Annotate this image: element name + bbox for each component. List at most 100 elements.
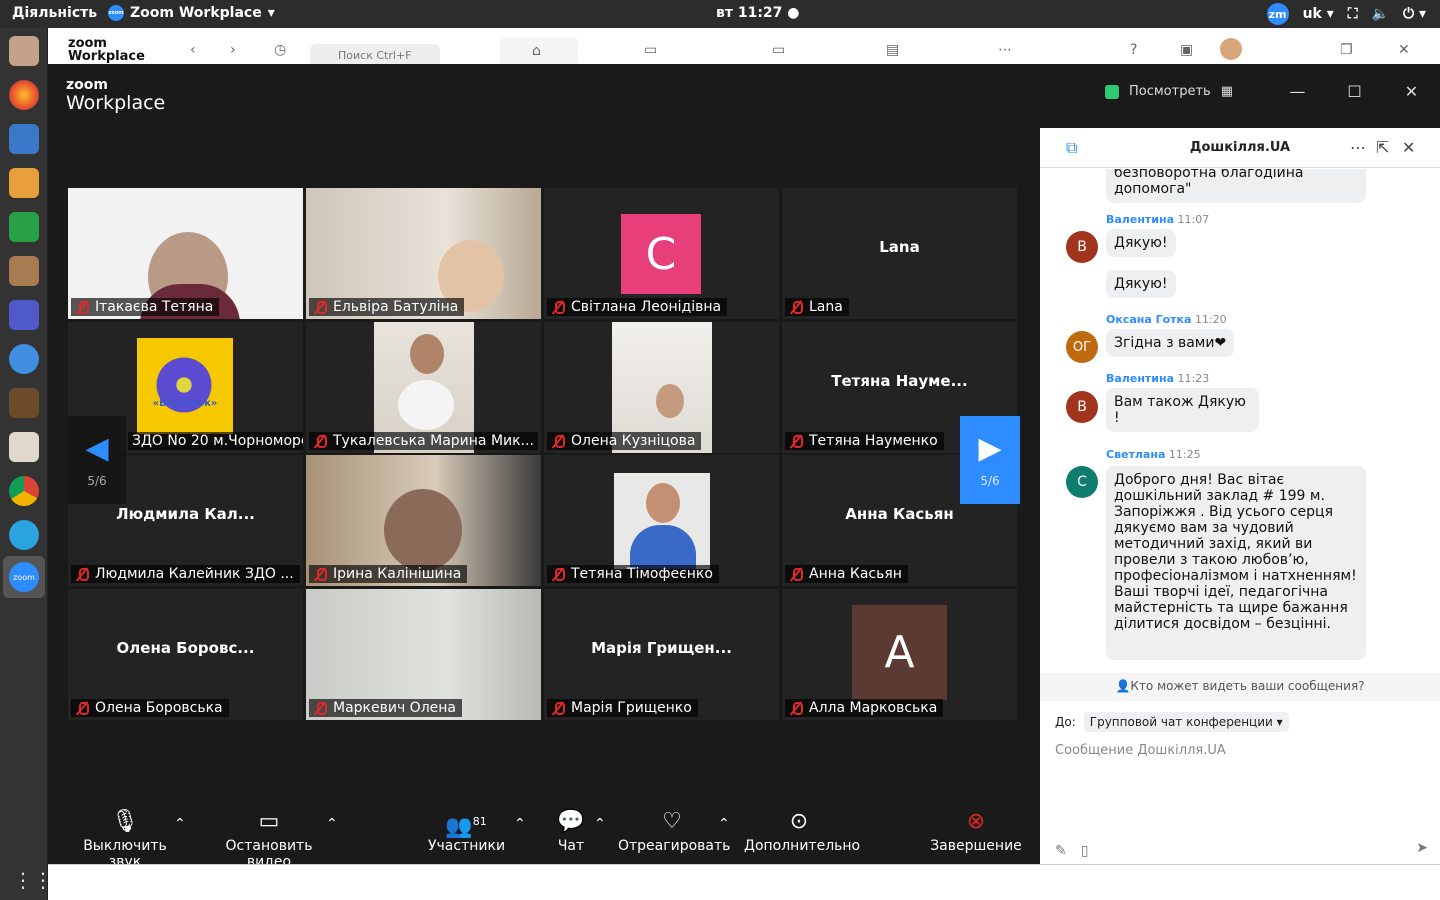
video-tile[interactable]: С Світлана Леонідівна bbox=[544, 188, 779, 319]
files-drawer-icon[interactable] bbox=[9, 36, 39, 66]
chat-button[interactable]: 💬 Чат bbox=[548, 808, 594, 854]
language-indicator[interactable]: uk ▾ bbox=[1303, 6, 1334, 22]
previous-page-button[interactable]: ◀ 5/6 bbox=[68, 416, 126, 504]
security-shield-icon bbox=[1105, 84, 1119, 99]
close-meeting-icon[interactable]: ✕ bbox=[1383, 82, 1440, 101]
mute-button[interactable]: 🎙 Выключить звук bbox=[68, 808, 182, 870]
participant-name: Тукалевська Марина Мик... bbox=[309, 432, 538, 450]
participant-face bbox=[656, 384, 684, 418]
participants-options-caret[interactable]: ⌃ bbox=[514, 816, 526, 832]
video-tile[interactable]: Маркевич Олена bbox=[306, 589, 541, 720]
video-tile[interactable]: Олена Кузніцова bbox=[544, 322, 779, 453]
chat-more-icon[interactable]: ⋯ bbox=[1350, 138, 1366, 157]
who-can-see-link[interactable]: 👤Кто может видеть ваши сообщения? bbox=[1040, 673, 1440, 701]
video-tile[interactable]: Марія Грищен... Марія Грищенко bbox=[544, 589, 779, 720]
video-tile[interactable]: Тетяна Тімофеєнко bbox=[544, 455, 779, 586]
teams-icon[interactable] bbox=[9, 300, 39, 330]
message-sender: Светлана 11:25 bbox=[1106, 448, 1201, 461]
files-icon[interactable] bbox=[9, 256, 39, 286]
home-tab[interactable]: ⌂ bbox=[500, 37, 578, 67]
power-icon[interactable]: ⏻ ▾ bbox=[1403, 6, 1426, 22]
view-button[interactable]: Посмотреть ▦ bbox=[1105, 84, 1233, 99]
clock[interactable]: вт 11:27 ● bbox=[716, 5, 800, 21]
participant-name: Тетяна Науменко bbox=[785, 432, 944, 450]
chat-messages: безповоротна благодійна допомога" Валент… bbox=[1040, 169, 1440, 672]
zoom-tray-icon[interactable]: zm bbox=[1266, 3, 1289, 25]
telegram-icon[interactable] bbox=[9, 520, 39, 550]
react-options-caret[interactable]: ⌃ bbox=[718, 816, 730, 832]
message-text: безповоротна благодійна допомога" bbox=[1114, 169, 1304, 197]
restore-icon[interactable]: ❐ bbox=[1340, 42, 1353, 58]
more-icon[interactable]: ⋯ bbox=[998, 42, 1012, 58]
writer-icon[interactable] bbox=[9, 124, 39, 154]
chat-message: Доброго дня! Вас вітає дошкільний заклад… bbox=[1106, 466, 1366, 660]
impress-icon[interactable] bbox=[9, 168, 39, 198]
chat-options-caret[interactable]: ⌃ bbox=[594, 816, 606, 832]
video-options-caret[interactable]: ⌃ bbox=[326, 816, 338, 832]
heart-icon: ♡ bbox=[662, 809, 682, 834]
audio-options-caret[interactable]: ⌃ bbox=[174, 816, 186, 832]
chat-message: Згідна з вами❤ bbox=[1106, 329, 1235, 357]
video-tile[interactable]: Ітакаєва Тетяна bbox=[68, 188, 303, 319]
participant-logo-image: «Барвінок» bbox=[137, 338, 233, 434]
next-page-button[interactable]: ▶ 5/6 bbox=[960, 416, 1020, 504]
end-meeting-button[interactable]: ⊗ Завершение bbox=[930, 808, 1022, 854]
firefox-icon[interactable] bbox=[9, 80, 39, 110]
format-icon[interactable]: ✎ bbox=[1055, 843, 1067, 859]
participant-name-text: Світлана Леонідівна bbox=[571, 299, 722, 315]
message-time: 11:25 bbox=[1168, 448, 1201, 461]
help-icon[interactable]: ? bbox=[1130, 42, 1137, 58]
participant-name: Lana bbox=[785, 298, 849, 316]
sender-name: Оксана Готка bbox=[1106, 313, 1192, 326]
close-icon[interactable]: ✕ bbox=[1398, 42, 1410, 58]
back-icon[interactable]: ‹ bbox=[190, 42, 196, 58]
video-tile[interactable]: Тукалевська Марина Мик... bbox=[306, 322, 541, 453]
docs-icon[interactable]: ▤ bbox=[886, 42, 899, 58]
grid-icon: ▦ bbox=[1220, 84, 1233, 99]
muted-mic-icon bbox=[789, 300, 803, 314]
forward-icon[interactable]: › bbox=[230, 42, 236, 58]
participant-name-text: ЗДО No 20 м.Чорноморська bbox=[132, 433, 303, 449]
calc-icon[interactable] bbox=[9, 212, 39, 242]
message-sender: Валентина 11:23 bbox=[1106, 372, 1209, 385]
pop-out-icon[interactable]: ⇱ bbox=[1376, 138, 1389, 157]
participant-name: Маркевич Олена bbox=[309, 699, 462, 717]
more-button[interactable]: ⊙ Дополнительно bbox=[744, 808, 860, 854]
activities-button[interactable]: Діяльність bbox=[12, 5, 97, 21]
send-icon[interactable]: ➤ bbox=[1416, 840, 1428, 856]
arrow-right-icon: ▶ bbox=[978, 431, 1002, 466]
video-tile[interactable]: Ірина Калінішина bbox=[306, 455, 541, 586]
file-icon[interactable]: ▯ bbox=[1081, 843, 1089, 859]
video-tile[interactable]: Олена Боровс... Олена Боровська bbox=[68, 589, 303, 720]
video-tile[interactable]: Lana Lana bbox=[782, 188, 1017, 319]
maximize-icon[interactable]: ☐ bbox=[1326, 82, 1383, 101]
team-chat-icon[interactable]: ▭ bbox=[644, 42, 657, 58]
network-icon[interactable]: ⛶ bbox=[1348, 6, 1358, 22]
app-icon[interactable] bbox=[9, 388, 39, 418]
profile-avatar[interactable] bbox=[1220, 38, 1242, 60]
volume-icon[interactable]: 🔈 bbox=[1372, 6, 1389, 22]
close-chat-icon[interactable]: ✕ bbox=[1402, 138, 1415, 157]
message-input[interactable]: Сообщение Дошкілля.UA bbox=[1055, 743, 1226, 758]
document-viewer-icon[interactable] bbox=[9, 432, 39, 462]
stop-video-button[interactable]: ▭ Остановить видео bbox=[204, 808, 334, 870]
video-tile[interactable]: А Алла Марковська bbox=[782, 589, 1017, 720]
participants-button[interactable]: 👥81 Участники bbox=[428, 808, 505, 854]
history-icon[interactable]: ◷ bbox=[274, 42, 286, 58]
react-button[interactable]: ♡ Отреагировать bbox=[618, 808, 730, 854]
zoom-dock-icon[interactable]: zoom bbox=[3, 556, 45, 598]
video-tile[interactable]: Ельвіра Батуліна bbox=[306, 188, 541, 319]
minimize-icon[interactable]: — bbox=[1269, 82, 1326, 101]
participant-name: ЗДО No 20 м.Чорноморська bbox=[128, 432, 303, 450]
recipient-select[interactable]: Групповой чат конференции ▾ bbox=[1083, 712, 1289, 732]
view-label: Посмотреть bbox=[1129, 84, 1211, 99]
calendar-icon[interactable]: ▣ bbox=[1180, 42, 1193, 58]
participant-name-text: Алла Марковська bbox=[809, 700, 938, 716]
sender-name: Светлана bbox=[1106, 448, 1166, 461]
meetings-icon[interactable]: ▭ bbox=[772, 42, 785, 58]
app-menu[interactable]: zoom Zoom Workplace ▾ bbox=[108, 5, 275, 21]
chat-header: ⧉ Дошкілля.UA ⋯ ⇱ ✕ bbox=[1040, 128, 1440, 168]
chrome-icon[interactable] bbox=[9, 476, 39, 506]
language-label: uk bbox=[1302, 6, 1322, 22]
checker-icon[interactable] bbox=[9, 344, 39, 374]
